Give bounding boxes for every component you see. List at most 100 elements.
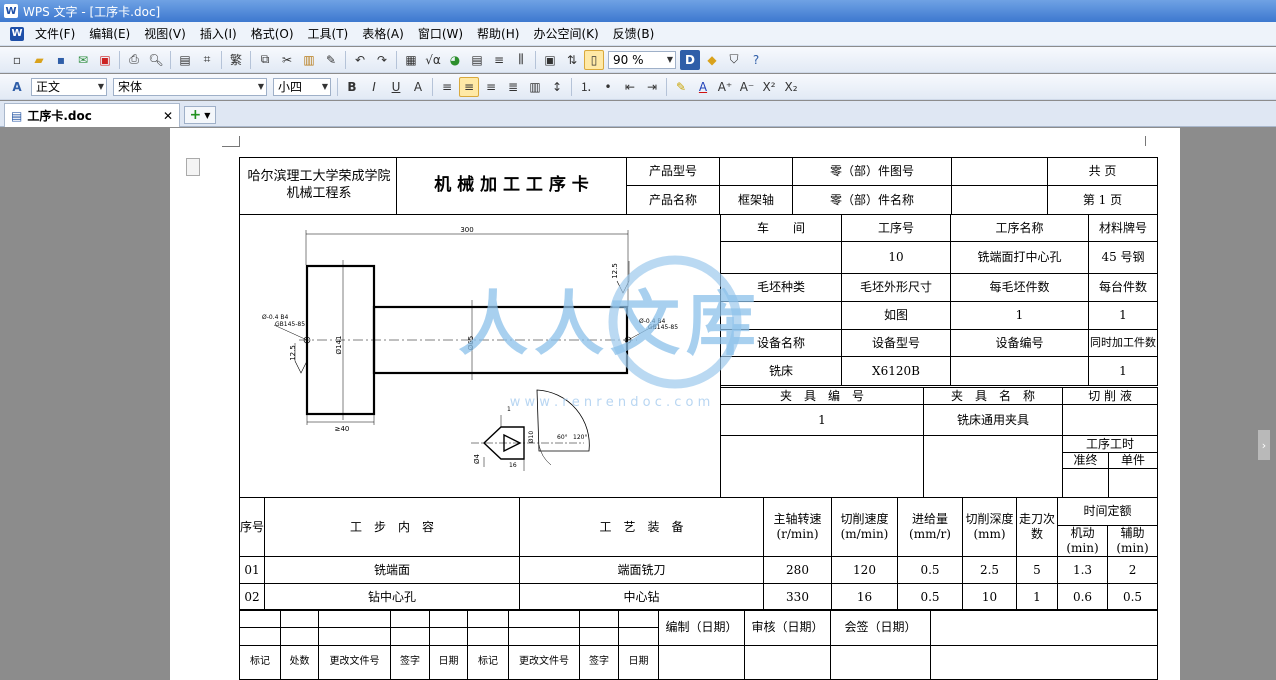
italic-icon[interactable]: I: [364, 77, 384, 97]
row-aux: 2: [1106, 556, 1159, 584]
col-aux-header: 辅助(min): [1106, 525, 1159, 557]
document-tab-bar: ▤ 工序卡.doc ✕ + ▼: [0, 101, 1276, 127]
formula-icon[interactable]: √α: [423, 50, 443, 70]
chart-icon[interactable]: ◕: [445, 50, 465, 70]
format-toolbar: A 正文 ▼ 宋体 ▼ 小四 ▼ B I U A ≡ ≡ ≡ ≣ ▥ ↕ ⒈ • ⇤ …: [0, 74, 1276, 100]
grow-font-icon[interactable]: A⁺: [715, 77, 735, 97]
font-select[interactable]: 宋体 ▼: [113, 77, 267, 96]
equip-name-label: 设备名称: [720, 329, 842, 357]
menu-format[interactable]: 格式(O): [244, 23, 301, 44]
menu-feedback[interactable]: 反馈(B): [606, 23, 662, 44]
open-folder-icon[interactable]: ▰: [29, 50, 49, 70]
bold-icon[interactable]: B: [342, 77, 362, 97]
copy-icon[interactable]: ⧉: [255, 50, 275, 70]
menu-tools[interactable]: 工具(T): [301, 23, 356, 44]
fixture-table: 夹 具 编 号 夹 具 名 称 切 削 液 1 铣床通用夹具 工序工时 准终 单…: [720, 387, 1159, 498]
pdf-icon[interactable]: ▣: [95, 50, 115, 70]
fixture-name-label: 夹 具 名 称: [923, 387, 1063, 405]
subscript-icon[interactable]: X₂: [781, 77, 801, 97]
align-left-icon[interactable]: ≡: [437, 77, 457, 97]
indent-icon[interactable]: ⇥: [642, 77, 662, 97]
close-icon[interactable]: ✕: [163, 109, 173, 123]
menu-bar: W 文件(F) 编辑(E) 视图(V) 插入(I) 格式(O) 工具(T) 表格…: [0, 22, 1276, 46]
row-content: 铣端面: [264, 556, 520, 584]
numbering-icon[interactable]: ⒈: [576, 77, 596, 97]
brush-icon[interactable]: ✎: [321, 50, 341, 70]
justify-icon[interactable]: ≣: [503, 77, 523, 97]
table-row: 01 铣端面 端面铣刀 280 120 0.5 2.5 5 1.3 2: [239, 556, 1159, 584]
menu-insert[interactable]: 插入(I): [193, 23, 244, 44]
print-icon[interactable]: ⎙: [124, 50, 144, 70]
header-table: 哈尔滨理工大学荣成学院 机械工程系 机 械 加 工 工 序 卡 产品型号 零（部）…: [239, 157, 1158, 215]
table-icon[interactable]: ▦: [401, 50, 421, 70]
drawing-icon[interactable]: ⫼: [511, 50, 531, 70]
size-select[interactable]: 小四 ▼: [273, 77, 331, 96]
menu-window[interactable]: 窗口(W): [411, 23, 470, 44]
save-icon[interactable]: ▪: [51, 50, 71, 70]
style-select[interactable]: 正文 ▼: [31, 77, 107, 96]
crop-mark: [1145, 136, 1146, 146]
trad-chinese-icon[interactable]: 繁: [226, 50, 246, 70]
highlight-icon[interactable]: ✎: [671, 77, 691, 97]
sort-icon[interactable]: ⇅: [562, 50, 582, 70]
superscript-icon[interactable]: X²: [759, 77, 779, 97]
menu-view[interactable]: 视图(V): [137, 23, 193, 44]
font-color-icon[interactable]: A: [693, 77, 713, 97]
box-icon[interactable]: ◆: [702, 50, 722, 70]
font-effect-icon[interactable]: A: [408, 77, 428, 97]
app-menu-icon[interactable]: W: [10, 26, 24, 41]
bullets-icon[interactable]: •: [598, 77, 618, 97]
redo-icon[interactable]: ↷: [372, 50, 392, 70]
fixture-blank: [923, 435, 1063, 498]
menu-edit[interactable]: 编辑(E): [82, 23, 137, 44]
new-doc-icon[interactable]: ▫: [7, 50, 27, 70]
page-view-icon[interactable]: ▯: [584, 49, 604, 70]
doc-props-icon[interactable]: ▤: [175, 50, 195, 70]
rough-left: 12.5: [289, 345, 297, 361]
coolant-label: 切 削 液: [1061, 387, 1159, 405]
cut-icon[interactable]: ✂: [277, 50, 297, 70]
align-center-icon[interactable]: ≡: [459, 76, 479, 97]
shirt-icon[interactable]: ⛉: [724, 50, 744, 70]
shrink-font-icon[interactable]: A⁻: [737, 77, 757, 97]
help-d-icon[interactable]: D: [680, 49, 700, 70]
underline-icon[interactable]: U: [386, 77, 406, 97]
undo-icon[interactable]: ↶: [350, 50, 370, 70]
distribute-icon[interactable]: ▥: [525, 77, 545, 97]
email-icon[interactable]: ✉: [73, 50, 93, 70]
col-machine-header: 机动(min): [1057, 525, 1108, 557]
new-tab-button[interactable]: + ▼: [184, 106, 216, 124]
zoom-select[interactable]: 90 % ▼: [608, 50, 676, 69]
row-cutspeed: 16: [831, 583, 898, 611]
workshop-value: [720, 241, 842, 274]
equip-no-value: [950, 356, 1089, 386]
help-icon[interactable]: ?: [746, 50, 766, 70]
row-cutspeed: 120: [831, 556, 898, 584]
line-spacing-icon[interactable]: ↕: [547, 77, 567, 97]
workshop-label: 车 间: [720, 214, 842, 242]
columns-icon[interactable]: ≡: [489, 50, 509, 70]
menu-file[interactable]: 文件(F): [28, 23, 82, 44]
rough-right: 12.5: [611, 263, 619, 279]
row-passes: 1: [1016, 583, 1058, 611]
print-preview-icon[interactable]: 🔍︎: [146, 50, 166, 70]
doc-map-icon[interactable]: ▣: [540, 50, 560, 70]
menu-help[interactable]: 帮助(H): [470, 23, 526, 44]
separator: [170, 50, 171, 69]
footer-label: 日期: [618, 645, 659, 680]
align-right-icon[interactable]: ≡: [481, 77, 501, 97]
outdent-icon[interactable]: ⇤: [620, 77, 640, 97]
tab-document[interactable]: ▤ 工序卡.doc ✕: [4, 103, 180, 127]
format-painter-icon[interactable]: ⌗: [197, 50, 217, 70]
row-machine: 1.3: [1057, 556, 1108, 584]
row-aux: 0.5: [1106, 583, 1159, 611]
menu-office-space[interactable]: 办公空间(K): [526, 23, 605, 44]
separator: [250, 50, 251, 69]
side-panel-toggle[interactable]: ›: [1258, 430, 1270, 460]
insert-table-icon[interactable]: ▤: [467, 50, 487, 70]
document-outline-icon[interactable]: [186, 158, 200, 176]
info-table: 车 间 工序号 工序名称 材料牌号 10 铣端面打中心孔 45 号钢 毛坯种类 …: [720, 214, 1158, 386]
styles-icon[interactable]: A: [7, 77, 27, 97]
paste-icon[interactable]: ▥: [299, 50, 319, 70]
menu-table[interactable]: 表格(A): [355, 23, 411, 44]
